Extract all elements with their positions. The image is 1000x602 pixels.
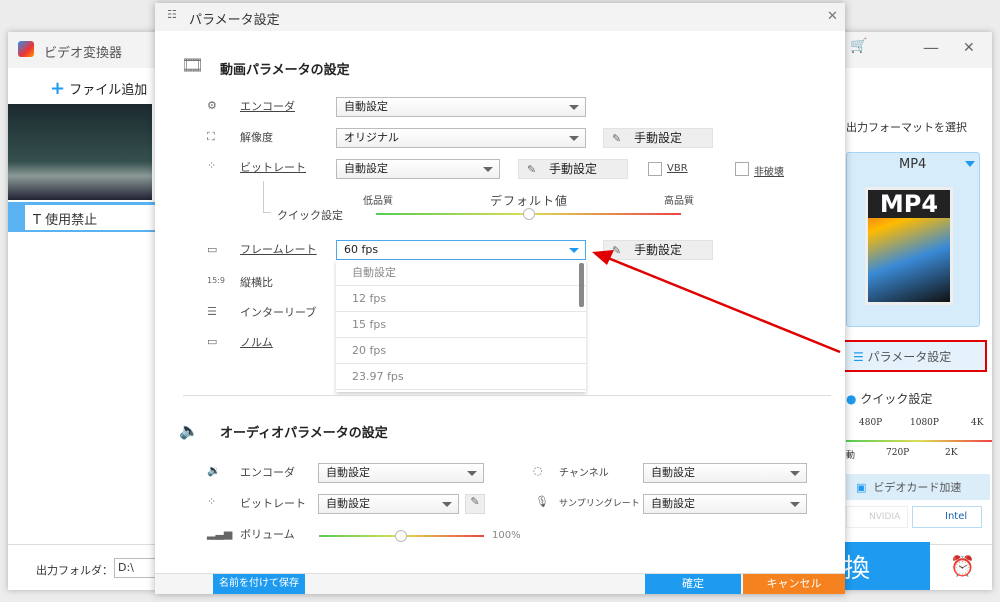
arrow-line — [607, 256, 841, 354]
arrow-head — [592, 250, 614, 265]
annotation-arrow — [592, 250, 841, 354]
